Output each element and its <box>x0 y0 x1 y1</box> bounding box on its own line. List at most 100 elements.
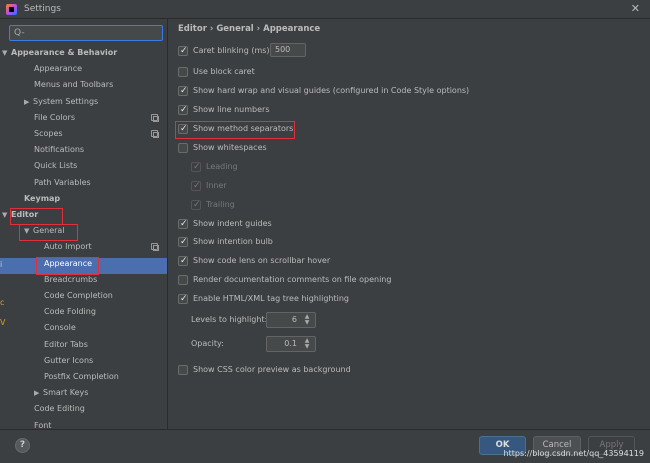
tree-item-auto-import[interactable]: Auto Import <box>44 239 92 255</box>
checkbox-checked-icon[interactable] <box>178 217 188 231</box>
checkbox-checked-icon[interactable] <box>178 254 188 268</box>
tree-item-label: Appearance <box>34 64 83 74</box>
tree-item-label: Breadcrumbs <box>44 274 98 284</box>
tree-item-quick-lists[interactable]: Quick Lists <box>34 158 77 174</box>
search-icon: Q- <box>14 28 25 38</box>
highlight-box-general <box>19 224 78 241</box>
tree-item-label: Menus and Toolbars <box>34 80 114 90</box>
close-icon[interactable]: ✕ <box>631 2 640 15</box>
checkbox-unchecked-icon[interactable] <box>178 275 188 285</box>
option-label: Show intention bulb <box>193 237 273 246</box>
tree-item-menus-and-toolbars[interactable]: Menus and Toolbars <box>34 77 113 93</box>
tree-item-file-colors[interactable]: File Colors <box>34 110 75 126</box>
tree-item-label: Editor Tabs <box>44 339 88 349</box>
tree-item-label: Scopes <box>34 129 63 138</box>
collapse-arrow-icon[interactable]: ▶ <box>24 94 33 110</box>
tree-item-label: Quick Lists <box>34 161 78 171</box>
checkbox-checked-icon[interactable] <box>178 44 188 58</box>
option-label: Show code lens on scrollbar hover <box>193 256 331 265</box>
option-label: Show line numbers <box>193 105 270 114</box>
tree-item-keymap[interactable]: Keymap <box>24 191 60 207</box>
tree-item-editor-tabs[interactable]: Editor Tabs <box>44 337 88 353</box>
search-input[interactable]: Q- <box>9 25 163 41</box>
copy-settings-icon <box>151 130 159 138</box>
intellij-logo-icon <box>6 4 17 15</box>
tree-item-label: Appearance & Behavior <box>11 48 118 57</box>
dialog-footer: ? OK Cancel Apply https://blog.csdn.net/… <box>0 429 650 463</box>
tree-item-label: System Settings <box>33 96 99 106</box>
tree-item-gutter-icons[interactable]: Gutter Icons <box>44 353 93 369</box>
watermark-text: https://blog.csdn.net/qq_43594119 <box>503 449 644 458</box>
tree-item-font[interactable]: Font <box>34 418 51 429</box>
highlight-box-appearance <box>36 257 99 275</box>
tree-item-scopes[interactable]: Scopes <box>34 126 63 142</box>
option-label: Enable HTML/XML tag tree highlighting <box>193 294 349 303</box>
spinner-arrows-icon[interactable]: ▲ ▼ <box>301 337 313 351</box>
tree-item-code-folding[interactable]: Code Folding <box>44 304 96 320</box>
option-label: Use block caret <box>193 67 255 76</box>
tree-item-label: Code Editing <box>34 404 85 414</box>
checkbox-checked-icon <box>191 160 201 174</box>
edge-char-3: V <box>0 318 6 327</box>
tree-item-appearance-behavior[interactable]: ▼ Appearance & Behavior <box>2 45 117 61</box>
option-label: Show indent guides <box>193 219 272 228</box>
checkbox-checked-icon[interactable] <box>178 103 188 117</box>
copy-settings-icon <box>151 243 159 252</box>
option-label: Render documentation comments on file op… <box>193 275 392 284</box>
highlight-box-editor <box>10 208 63 225</box>
option-label: Show CSS color preview as background <box>193 365 351 374</box>
tree-item-label: Code Completion <box>44 291 113 300</box>
highlight-box-method-separators <box>175 121 295 139</box>
edge-char-2: c <box>0 298 5 307</box>
option-label: Inner <box>206 181 227 190</box>
title-bar: Settings ✕ <box>0 0 650 19</box>
settings-tree-panel: Q- ▼ Appearance & Behavior Appearance Menus… <box>0 19 168 429</box>
edge-char-1: i <box>0 260 3 269</box>
option-label: Show hard wrap and visual guides (config… <box>193 86 470 95</box>
checkbox-checked-icon[interactable] <box>178 292 188 306</box>
option-label: Trailing <box>206 200 235 209</box>
checkbox-unchecked-icon[interactable] <box>178 143 188 153</box>
tree-item-smart-keys[interactable]: ▶ Smart Keys <box>34 385 88 401</box>
checkbox-checked-icon[interactable] <box>178 235 188 249</box>
checkbox-unchecked-icon[interactable] <box>178 67 188 77</box>
spinner-arrows-icon[interactable]: ▲ ▼ <box>301 313 313 327</box>
option-label: Leading <box>206 162 238 171</box>
tree-item-label: File Colors <box>34 112 75 122</box>
tree-item-appearance[interactable]: Appearance <box>34 61 82 77</box>
tree-item-notifications[interactable]: Notifications <box>34 142 84 158</box>
collapse-arrow-icon[interactable]: ▶ <box>34 385 43 401</box>
tree-item-label: Smart Keys <box>43 388 89 398</box>
checkbox-checked-icon <box>191 179 201 193</box>
tree-item-console[interactable]: Console <box>44 320 76 336</box>
settings-window: Settings ✕ Q- ▼ Appearance & Behavior Appe… <box>0 0 650 463</box>
caret-blinking-field[interactable]: 500 <box>270 43 306 57</box>
option-label: Show whitespaces <box>193 143 267 152</box>
opacity-label: Opacity: <box>191 339 224 348</box>
tree-item-code-completion[interactable]: Code Completion <box>44 288 113 304</box>
option-label: Caret blinking (ms): <box>193 46 273 55</box>
window-title: Settings <box>24 4 61 14</box>
levels-spinner[interactable]: 6 ▲ ▼ <box>266 312 316 328</box>
checkbox-unchecked-icon[interactable] <box>178 365 188 375</box>
checkbox-checked-icon <box>191 198 201 212</box>
opacity-value: 0.1 <box>284 339 297 348</box>
checkbox-checked-icon[interactable] <box>178 84 188 98</box>
opacity-spinner[interactable]: 0.1 ▲ ▼ <box>266 336 316 352</box>
tree-item-label: Gutter Icons <box>44 355 94 365</box>
help-button[interactable]: ? <box>15 438 30 453</box>
tree-item-postfix-completion[interactable]: Postfix Completion <box>44 369 119 385</box>
tree-item-label: Notifications <box>34 145 85 155</box>
breadcrumb: Editor › General › Appearance <box>178 24 321 34</box>
tree-item-label: Code Folding <box>44 307 96 317</box>
tree-item-code-editing[interactable]: Code Editing <box>34 401 85 417</box>
tree-item-path-variables[interactable]: Path Variables <box>34 175 91 191</box>
tree-item-label: Postfix Completion <box>44 372 119 381</box>
expand-arrow-icon[interactable]: ▼ <box>2 45 11 61</box>
tree-item-label: Path Variables <box>34 177 91 187</box>
tree-item-label: Keymap <box>24 193 61 203</box>
tree-item-label: Font <box>34 420 52 429</box>
tree-item-system-settings[interactable]: ▶ System Settings <box>24 94 98 110</box>
tree-item-label: Console <box>44 323 76 333</box>
copy-settings-icon <box>151 113 159 122</box>
